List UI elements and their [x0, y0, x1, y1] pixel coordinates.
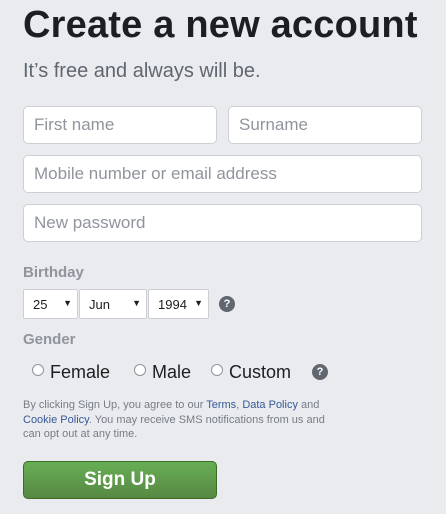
chevron-down-icon: ▼ — [63, 298, 72, 308]
gender-option-custom[interactable]: Custom — [211, 362, 291, 383]
mobile-or-email-input[interactable] — [23, 155, 422, 193]
surname-input[interactable] — [228, 106, 422, 144]
first-name-input[interactable] — [23, 106, 217, 144]
page-subtitle: It’s free and always will be. — [23, 60, 261, 82]
radio-button[interactable] — [134, 363, 146, 376]
radio-button[interactable] — [211, 363, 223, 376]
birthday-year-select[interactable]: 1994 ▼ — [148, 289, 209, 319]
radio-button[interactable] — [32, 363, 44, 376]
chevron-down-icon: ▼ — [132, 298, 141, 308]
birthday-month-value: Jun — [89, 296, 110, 312]
birthday-month-select[interactable]: Jun ▼ — [79, 289, 147, 319]
terms-text-part: and — [297, 399, 320, 411]
birthday-help-icon[interactable]: ? — [219, 296, 235, 312]
birthday-label: Birthday — [23, 264, 84, 281]
gender-label: Gender — [23, 331, 76, 348]
birthday-year-value: 1994 — [158, 296, 187, 312]
gender-option-label: Custom — [229, 362, 292, 382]
birthday-day-value: 25 — [33, 296, 48, 312]
new-password-input[interactable] — [23, 204, 422, 242]
cookie-policy-link[interactable]: Cookie Policy — [23, 414, 89, 426]
terms-text-part: By clicking Sign Up, you agree to our — [23, 399, 207, 411]
data-policy-link[interactable]: Data Policy — [242, 399, 298, 411]
birthday-day-select[interactable]: 25 ▼ — [23, 289, 78, 319]
terms-link[interactable]: Terms — [206, 399, 236, 411]
gender-help-icon[interactable]: ? — [312, 364, 328, 380]
gender-option-male[interactable]: Male — [134, 362, 191, 383]
chevron-down-icon: ▼ — [194, 298, 203, 308]
gender-option-female[interactable]: Female — [32, 362, 110, 383]
page-title: Create a new account — [23, 4, 418, 46]
gender-option-label: Female — [50, 362, 111, 382]
sign-up-button[interactable]: Sign Up — [23, 461, 217, 499]
gender-option-label: Male — [152, 362, 192, 382]
terms-text: By clicking Sign Up, you agree to our Te… — [23, 398, 343, 442]
